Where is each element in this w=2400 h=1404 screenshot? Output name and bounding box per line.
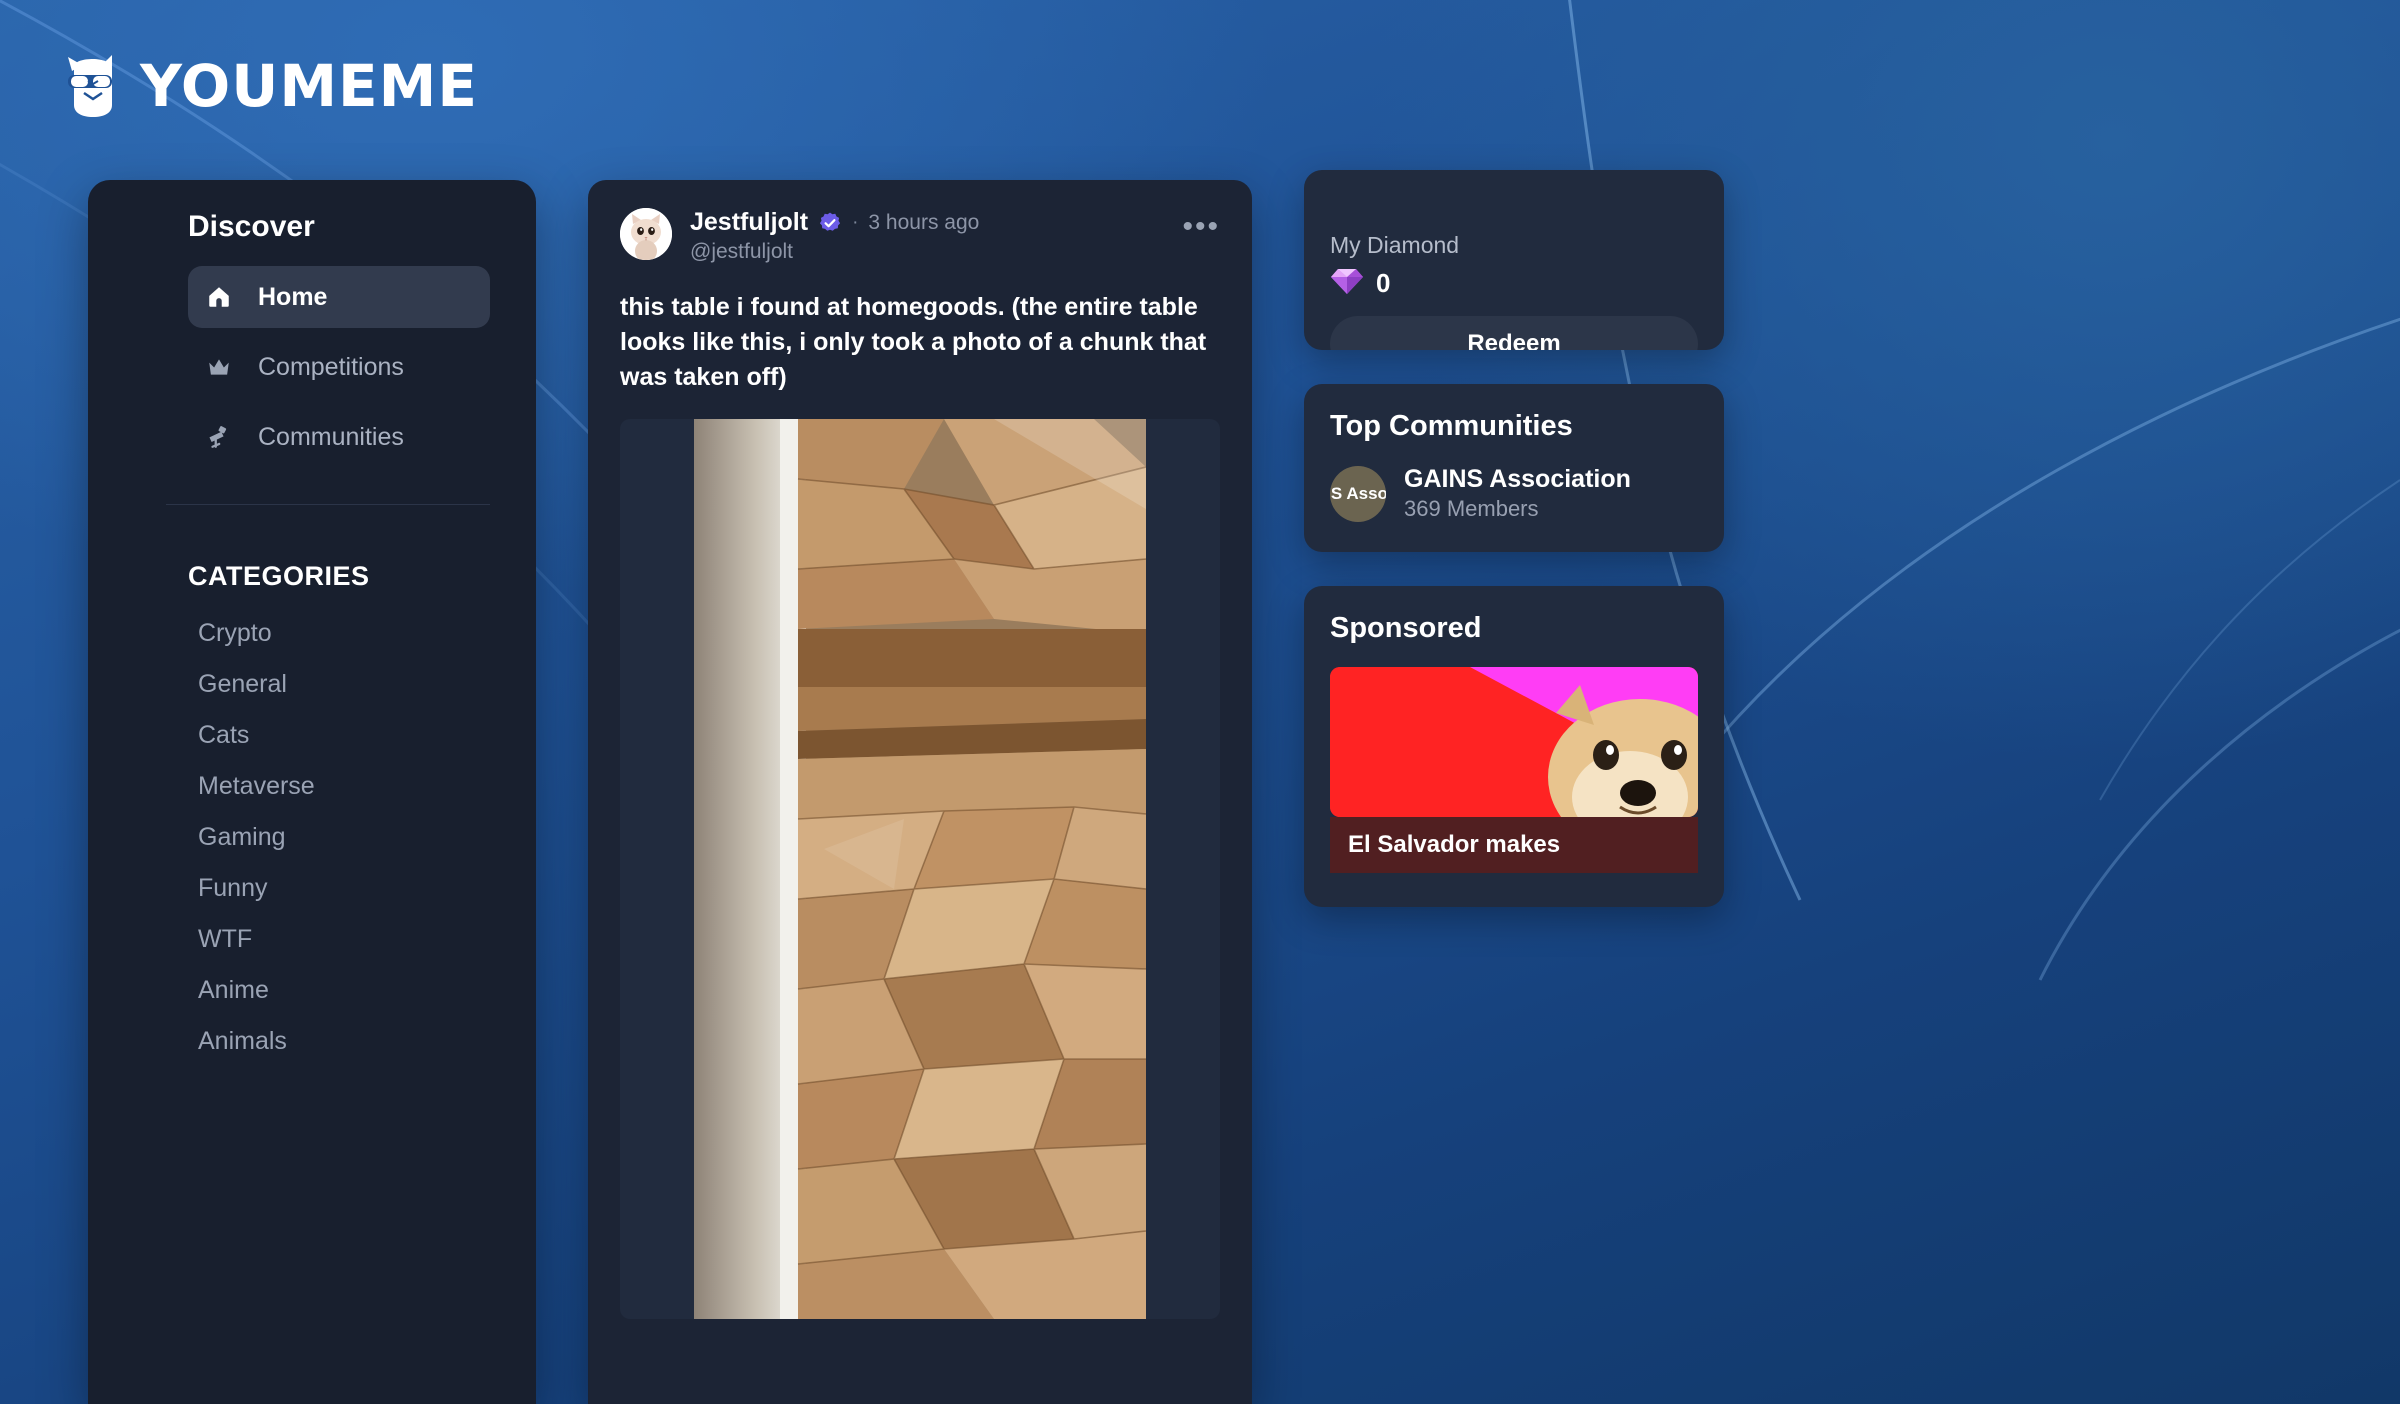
post-body-text: this table i found at homegoods. (the en… <box>620 293 1207 391</box>
category-item-gaming[interactable]: Gaming <box>198 812 536 863</box>
categories-list: Crypto General Cats Metaverse Gaming Fun… <box>88 608 536 1067</box>
telescope-icon <box>206 424 232 450</box>
post-card: Jestfuljolt · 3 hours ago @jestfuljolt •… <box>588 180 1252 1404</box>
post-timestamp: 3 hours ago <box>868 210 980 234</box>
my-diamond-card: My Diamond 0 Redeem <box>1304 170 1724 350</box>
sidebar-item-label: Competitions <box>258 352 404 381</box>
more-options-icon[interactable]: ••• <box>1182 208 1220 242</box>
category-item-cats[interactable]: Cats <box>198 710 536 761</box>
category-item-metaverse[interactable]: Metaverse <box>198 761 536 812</box>
category-item-funny[interactable]: Funny <box>198 863 536 914</box>
top-communities-card: Top Communities NS Assoc GAINS Associati… <box>1304 384 1724 552</box>
sponsored-caption: El Salvador makes <box>1330 817 1698 873</box>
app-shell: Discover Home Competitions Communities C… <box>0 0 2400 1404</box>
sidebar-item-label: Home <box>258 282 328 311</box>
app-logo-text: YOUMEME <box>140 52 479 120</box>
sponsored-card: Sponsored El Salvador makes <box>1304 586 1724 907</box>
post-media-image <box>694 419 1146 1319</box>
post-author-handle[interactable]: @jestfuljolt <box>690 240 1164 264</box>
category-item-wtf[interactable]: WTF <box>198 914 536 965</box>
category-item-animals[interactable]: Animals <box>198 1016 536 1067</box>
my-diamond-label: My Diamond <box>1330 232 1460 258</box>
post-header: Jestfuljolt · 3 hours ago @jestfuljolt •… <box>620 208 1220 264</box>
post-media[interactable] <box>620 419 1220 1319</box>
left-sidebar: Discover Home Competitions Communities C… <box>88 180 536 1404</box>
community-member-count: 369 Members <box>1404 496 1539 521</box>
community-name: GAINS Association <box>1404 465 1631 493</box>
category-item-anime[interactable]: Anime <box>198 965 536 1016</box>
sponsored-image[interactable] <box>1330 667 1698 817</box>
verified-badge-icon <box>818 211 842 235</box>
primary-nav: Home Competitions Communities <box>88 266 536 468</box>
sidebar-item-competitions[interactable]: Competitions <box>188 336 490 398</box>
community-list-item[interactable]: NS Assoc GAINS Association 369 Members <box>1330 465 1698 522</box>
sidebar-item-communities[interactable]: Communities <box>188 406 490 468</box>
categories-heading: CATEGORIES <box>188 561 370 591</box>
diamond-icon <box>1330 267 1364 300</box>
right-sidebar: My Diamond 0 Redeem Top Communities S As… <box>1304 170 1724 907</box>
post-feed: Jestfuljolt · 3 hours ago @jestfuljolt •… <box>588 180 1252 1404</box>
discover-heading: Discover <box>188 210 315 243</box>
top-communities-heading: Top Communities <box>1330 410 1573 442</box>
sidebar-item-home[interactable]: Home <box>188 266 490 328</box>
sponsored-heading: Sponsored <box>1330 612 1482 644</box>
post-author-block: Jestfuljolt · 3 hours ago @jestfuljolt <box>690 208 1164 264</box>
post-author-name[interactable]: Jestfuljolt <box>690 208 808 237</box>
home-icon <box>206 284 232 310</box>
sidebar-item-label: Communities <box>258 422 404 451</box>
app-logo[interactable]: YOUMEME <box>62 52 478 120</box>
youmeme-dog-logo-icon <box>62 53 124 119</box>
community-avatar: NS Assoc <box>1330 465 1386 522</box>
avatar[interactable] <box>620 208 672 260</box>
post-meta-separator: · <box>852 211 859 233</box>
redeem-button[interactable]: Redeem <box>1330 316 1698 350</box>
diamond-count: 0 <box>1376 268 1391 298</box>
category-item-general[interactable]: General <box>198 659 536 710</box>
crown-icon <box>206 354 232 380</box>
sidebar-divider <box>166 504 490 505</box>
category-item-crypto[interactable]: Crypto <box>198 608 536 659</box>
